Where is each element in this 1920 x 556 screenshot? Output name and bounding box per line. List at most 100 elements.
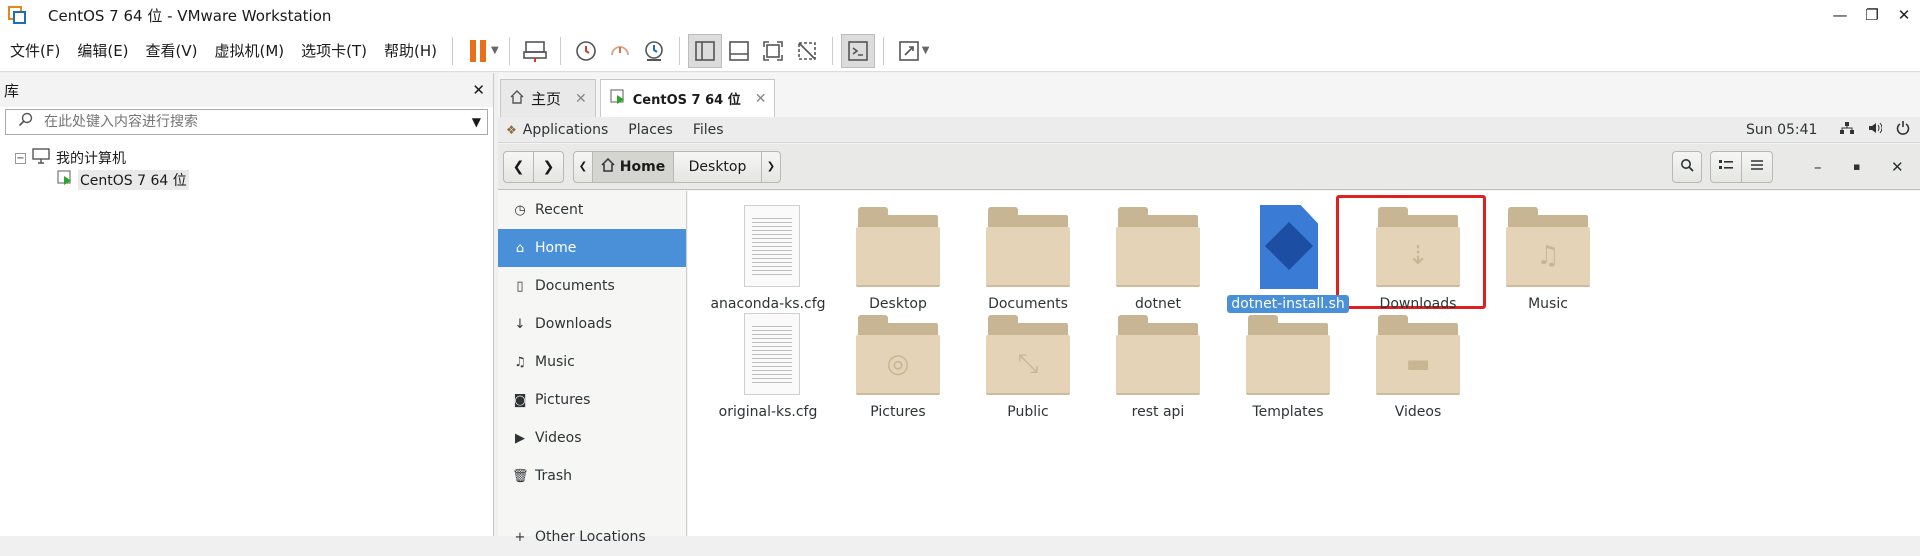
clock[interactable]: Sun 05:41 bbox=[1746, 122, 1817, 138]
forward-button[interactable]: ❯ bbox=[533, 150, 564, 183]
chevron-right-icon: ❯ bbox=[542, 158, 555, 175]
file-item[interactable]: ♫ Music bbox=[1478, 205, 1618, 313]
file-item[interactable]: Documents bbox=[958, 205, 1098, 313]
sidebar-item-other-locations[interactable]: + Other Locations bbox=[498, 518, 646, 556]
menu-vm[interactable]: 虚拟机(M) bbox=[208, 40, 292, 61]
tab-close-icon[interactable]: ✕ bbox=[755, 91, 767, 107]
folder-icon bbox=[856, 205, 940, 289]
files-menu[interactable]: Files bbox=[683, 122, 734, 138]
pause-vm-button[interactable] bbox=[461, 34, 495, 68]
computer-icon bbox=[32, 148, 50, 168]
places-menu[interactable]: Places bbox=[618, 122, 683, 138]
search-button[interactable] bbox=[1672, 150, 1702, 183]
applications-menu[interactable]: Applications bbox=[517, 122, 619, 138]
sidebar-item-music[interactable]: ♫ Music bbox=[498, 343, 686, 381]
file-item[interactable]: ⤡ Public bbox=[958, 313, 1098, 421]
path-home-button[interactable]: Home bbox=[592, 150, 674, 183]
file-name: Documents bbox=[988, 296, 1068, 312]
chevron-right-icon: ❯ bbox=[766, 161, 776, 172]
file-item[interactable]: ▬ Videos bbox=[1348, 313, 1488, 421]
menu-edit[interactable]: 编辑(E) bbox=[70, 40, 135, 61]
sidebar-item-downloads[interactable]: ↓ Downloads bbox=[498, 305, 686, 343]
sidebar-item-label: Pictures bbox=[535, 392, 591, 408]
full-screen-icon[interactable] bbox=[756, 34, 790, 68]
title-bar: CentOS 7 64 位 - VMware Workstation — ❐ ✕ bbox=[0, 0, 1920, 30]
folder-icon: ▬ bbox=[1376, 313, 1460, 397]
snapshot-icon[interactable] bbox=[569, 34, 603, 68]
file-item[interactable]: Templates bbox=[1218, 313, 1358, 421]
plus-icon: + bbox=[514, 529, 526, 545]
vm-area: 主页 ✕ CentOS 7 64 位 ✕ ❖ Applications Plac… bbox=[498, 73, 1920, 545]
tree-item-my-computer[interactable]: − 我的计算机 bbox=[0, 147, 493, 169]
folder-emblem-icon: ⤡ bbox=[1017, 348, 1039, 379]
toolbar-divider bbox=[678, 36, 680, 65]
file-item[interactable]: dotnet-install.sh bbox=[1218, 205, 1358, 313]
send-ctrl-alt-del-icon[interactable] bbox=[518, 34, 552, 68]
tree-item-centos[interactable]: CentOS 7 64 位 bbox=[0, 169, 493, 191]
view-mode-button[interactable] bbox=[1710, 150, 1742, 183]
tab-home[interactable]: 主页 ✕ bbox=[500, 79, 596, 117]
close-window-button[interactable]: ✕ bbox=[1888, 0, 1920, 30]
chevron-down-icon[interactable]: ▼ bbox=[472, 115, 481, 129]
library-header: 库 ✕ bbox=[0, 73, 493, 107]
file-item[interactable]: rest api bbox=[1088, 313, 1228, 421]
menu-file[interactable]: 文件(F) bbox=[3, 40, 67, 61]
toolbar-divider bbox=[452, 36, 454, 65]
thumbnail-bar-icon[interactable] bbox=[722, 34, 756, 68]
folder-emblem-icon: ▬ bbox=[1405, 349, 1431, 379]
path-scroll-left-button[interactable]: ❮ bbox=[573, 150, 593, 183]
status-area[interactable] bbox=[1840, 120, 1910, 139]
library-close-button[interactable]: ✕ bbox=[472, 81, 485, 99]
clock-icon: ◷ bbox=[514, 202, 526, 218]
power-dropdown-icon[interactable]: ▼ bbox=[491, 45, 499, 56]
file-name: Desktop bbox=[869, 296, 927, 312]
vm-tree: − 我的计算机 CentOS 7 64 位 bbox=[0, 147, 493, 191]
sidebar-item-documents[interactable]: ▯ Documents bbox=[498, 267, 686, 305]
path-desktop-button[interactable]: Desktop bbox=[673, 150, 762, 183]
file-item[interactable]: original-ks.cfg bbox=[698, 313, 838, 421]
folder-emblem-icon bbox=[1116, 341, 1200, 387]
file-item[interactable]: dotnet bbox=[1088, 205, 1228, 313]
revert-snapshot-icon[interactable] bbox=[603, 34, 637, 68]
file-item[interactable]: ◎ Pictures bbox=[828, 313, 968, 421]
library-search[interactable]: ▼ bbox=[5, 109, 488, 135]
tab-label: CentOS 7 64 位 bbox=[632, 93, 741, 108]
collapse-toggle[interactable]: − bbox=[15, 152, 26, 164]
show-library-icon[interactable] bbox=[687, 33, 722, 68]
chevron-left-icon: ❮ bbox=[578, 161, 588, 172]
unity-mode-icon[interactable] bbox=[790, 34, 824, 68]
sidebar-item-pictures[interactable]: ◙ Pictures bbox=[498, 381, 686, 419]
file-item[interactable]: ⇣ Downloads bbox=[1348, 205, 1488, 313]
sidebar-item-home[interactable]: ⌂ Home bbox=[498, 229, 686, 267]
menu-tabs[interactable]: 选项卡(T) bbox=[294, 40, 374, 61]
file-item[interactable]: anaconda-ks.cfg bbox=[698, 205, 838, 313]
files-maximize-button[interactable]: ▪ bbox=[1853, 160, 1860, 173]
snapshot-manager-icon[interactable] bbox=[637, 34, 671, 68]
menu-help[interactable]: 帮助(H) bbox=[377, 40, 444, 61]
sidebar-item-label: Trash bbox=[535, 468, 572, 484]
sidebar-item-videos[interactable]: ▶ Videos bbox=[498, 419, 686, 457]
minimize-button[interactable]: — bbox=[1824, 0, 1856, 30]
back-button[interactable]: ❮ bbox=[503, 150, 534, 183]
tab-close-icon[interactable]: ✕ bbox=[575, 91, 587, 107]
video-icon: ▶ bbox=[515, 430, 525, 446]
path-scroll-right-button[interactable]: ❯ bbox=[761, 150, 781, 183]
tree-item-label: CentOS 7 64 位 bbox=[78, 170, 189, 190]
files-close-button[interactable]: ✕ bbox=[1891, 158, 1904, 176]
menu-button[interactable] bbox=[1741, 150, 1773, 183]
library-search-input[interactable] bbox=[44, 114, 472, 130]
home-icon bbox=[509, 89, 525, 109]
stretch-dropdown-icon[interactable]: ▼ bbox=[922, 45, 930, 56]
file-name: rest api bbox=[1131, 404, 1185, 420]
sidebar-item-recent[interactable]: ◷ Recent bbox=[498, 191, 686, 229]
stretch-guest-icon[interactable] bbox=[892, 34, 926, 68]
sidebar-item-trash[interactable]: 🗑 Trash bbox=[498, 457, 686, 495]
restore-button[interactable]: ❐ bbox=[1856, 0, 1888, 30]
menu-view[interactable]: 查看(V) bbox=[139, 40, 205, 61]
vm-tab-bar: 主页 ✕ CentOS 7 64 位 ✕ bbox=[498, 73, 1920, 117]
files-minimize-button[interactable]: – bbox=[1814, 158, 1822, 176]
vm-running-icon bbox=[56, 169, 74, 191]
tab-centos[interactable]: CentOS 7 64 位 ✕ bbox=[599, 79, 776, 117]
file-item[interactable]: Desktop bbox=[828, 205, 968, 313]
console-view-icon[interactable] bbox=[840, 33, 875, 68]
